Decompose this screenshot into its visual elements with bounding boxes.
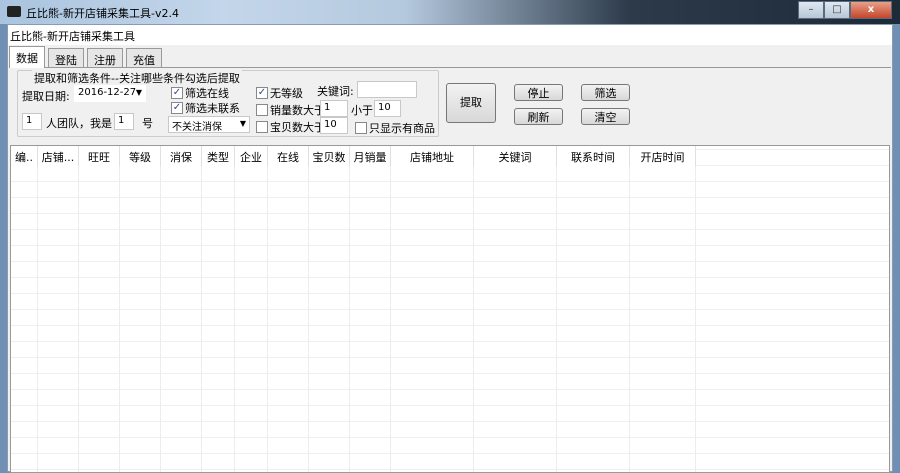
- tab-data[interactable]: 数据: [9, 46, 45, 68]
- filter-uncontacted-label: 筛选未联系: [185, 102, 240, 115]
- filter-uncontacted-checkbox[interactable]: ✓ 筛选未联系: [171, 100, 240, 116]
- number-label: 号: [142, 117, 153, 130]
- column-header[interactable]: 在线: [268, 146, 309, 166]
- column-header[interactable]: 消保: [161, 146, 202, 166]
- xiaobao-select[interactable]: 不关注消保 ▼: [168, 116, 250, 133]
- caption-label: 丘比熊-新开店铺采集工具: [8, 25, 892, 45]
- check-icon: ✓: [171, 87, 183, 99]
- column-divider: [556, 166, 557, 472]
- column-header[interactable]: 月销量: [350, 146, 391, 166]
- filter-group: 提取和筛选条件--关注哪些条件勾选后提取 提取日期: 2016-12-27 ▼ 1…: [17, 70, 439, 137]
- column-header[interactable]: 等级: [120, 146, 161, 166]
- column-divider: [234, 166, 235, 472]
- minimize-button[interactable]: –: [798, 1, 824, 19]
- column-divider: [308, 166, 309, 472]
- column-divider: [37, 166, 38, 472]
- sales-label: 销量数大于: [270, 104, 325, 117]
- column-header[interactable]: 联系时间: [557, 146, 630, 166]
- refresh-button[interactable]: 刷新: [514, 108, 563, 125]
- column-divider: [390, 166, 391, 472]
- maximize-button[interactable]: □: [824, 1, 850, 19]
- tab-recharge[interactable]: 充值: [126, 48, 162, 68]
- less-than-label: 小于: [351, 104, 373, 117]
- tab-login[interactable]: 登陆: [48, 48, 84, 68]
- has-goods-checkbox[interactable]: 只显示有商品: [355, 120, 435, 136]
- app-icon: [7, 6, 21, 17]
- date-label: 提取日期:: [22, 90, 70, 103]
- sales-checkbox[interactable]: 销量数大于: [256, 102, 325, 118]
- window-title: 丘比熊-新开店铺采集工具-v2.4: [26, 7, 179, 20]
- column-divider: [629, 166, 630, 472]
- stop-button[interactable]: 停止: [514, 84, 563, 101]
- column-header[interactable]: 类型: [202, 146, 235, 166]
- column-header[interactable]: 宝贝数: [309, 146, 350, 166]
- main-window: 丘比熊-新开店铺采集工具 数据 登陆 注册 充值 提取和筛选条件--关注哪些条件…: [7, 24, 893, 473]
- column-header[interactable]: 店铺...: [38, 146, 79, 166]
- column-header[interactable]: 编..: [11, 146, 38, 166]
- items-min-input[interactable]: 10: [320, 117, 348, 134]
- items-label: 宝贝数大于: [270, 121, 325, 134]
- team-label: 人团队，我是: [46, 117, 112, 130]
- keyword-input[interactable]: [357, 81, 417, 98]
- group-title: 提取和筛选条件--关注哪些条件勾选后提取: [32, 70, 242, 86]
- column-header[interactable]: 关键词: [474, 146, 557, 166]
- keyword-label: 关键词:: [317, 85, 354, 98]
- column-header[interactable]: 企业: [235, 146, 268, 166]
- column-divider: [267, 166, 268, 472]
- sales-min-input[interactable]: 1: [320, 100, 348, 117]
- check-icon: ✓: [171, 102, 183, 114]
- column-header[interactable]: 开店时间: [630, 146, 696, 166]
- clear-button[interactable]: 清空: [581, 108, 630, 125]
- items-checkbox[interactable]: 宝贝数大于: [256, 119, 325, 135]
- chevron-down-icon: ▼: [239, 119, 246, 128]
- column-divider: [160, 166, 161, 472]
- chevron-down-icon: ▼: [135, 88, 142, 97]
- team-size-input[interactable]: 1: [22, 113, 42, 130]
- extract-button[interactable]: 提取: [446, 83, 496, 123]
- checkbox-box: [256, 104, 268, 116]
- column-header[interactable]: 店铺地址: [391, 146, 474, 166]
- shop-table[interactable]: 编.. 店铺... 旺旺 等级 消保 类型 企业 在线 宝贝数 月销量 店铺地址 关键词 联系时间 开店时…: [10, 145, 890, 473]
- data-panel: 提取和筛选条件--关注哪些条件勾选后提取 提取日期: 2016-12-27 ▼ 1…: [9, 67, 891, 143]
- column-divider: [695, 166, 696, 472]
- column-divider: [119, 166, 120, 472]
- checkbox-box: [355, 122, 367, 134]
- tab-register[interactable]: 注册: [87, 48, 123, 68]
- date-value: 2016-12-27: [78, 87, 137, 98]
- column-divider: [473, 166, 474, 472]
- filter-button[interactable]: 筛选: [581, 84, 630, 101]
- has-goods-label: 只显示有商品: [369, 122, 435, 135]
- column-divider: [349, 166, 350, 472]
- column-header[interactable]: 旺旺: [79, 146, 120, 166]
- sales-max-input[interactable]: 10: [374, 100, 401, 117]
- close-button[interactable]: x: [850, 1, 892, 19]
- title-bar: 丘比熊-新开店铺采集工具-v2.4 – □ x: [0, 0, 900, 24]
- column-divider: [78, 166, 79, 472]
- table-header: 编.. 店铺... 旺旺 等级 消保 类型 企业 在线 宝贝数 月销量 店铺地址 关键词 联系时间 开店时…: [11, 146, 696, 166]
- my-number-input[interactable]: 1: [114, 113, 134, 130]
- filter-online-label: 筛选在线: [185, 87, 229, 100]
- xiaobao-value: 不关注消保: [172, 122, 222, 133]
- check-icon: ✓: [256, 87, 268, 99]
- filter-online-checkbox[interactable]: ✓ 筛选在线: [171, 85, 229, 101]
- column-divider: [201, 166, 202, 472]
- date-picker[interactable]: 2016-12-27 ▼: [74, 85, 146, 102]
- checkbox-box: [256, 121, 268, 133]
- no-level-checkbox[interactable]: ✓ 无等级: [256, 85, 303, 101]
- no-level-label: 无等级: [270, 87, 303, 100]
